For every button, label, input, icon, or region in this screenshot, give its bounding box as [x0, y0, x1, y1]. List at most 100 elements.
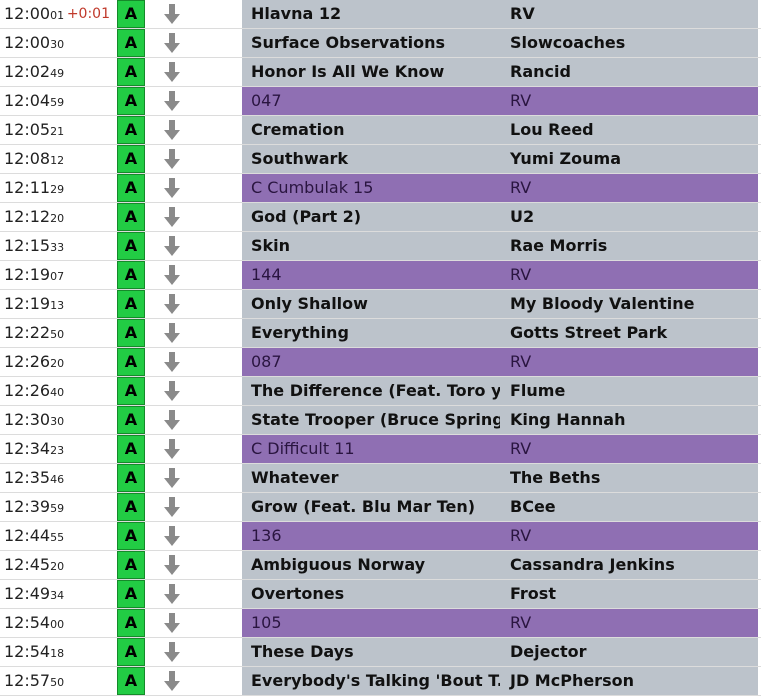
row-status-badge[interactable]: A [117, 29, 145, 57]
row-status-badge[interactable]: A [117, 290, 145, 318]
row-status-badge[interactable]: A [117, 319, 145, 347]
row-artist[interactable]: Yumi Zouma [500, 145, 758, 173]
row-arrow-cell[interactable] [145, 174, 242, 202]
row-artist[interactable]: BCee [500, 493, 758, 521]
log-row-song[interactable]: 12:0030 A Surface Observations Slowcoach… [0, 29, 761, 58]
row-title[interactable]: Hlavna 12 [242, 0, 500, 28]
log-row-song[interactable]: 12:4934 A Overtones Frost [0, 580, 761, 609]
row-title[interactable]: Honor Is All We Know [242, 58, 500, 86]
log-row-song[interactable]: 12:2250 A Everything Gotts Street Park [0, 319, 761, 348]
row-arrow-cell[interactable] [145, 609, 242, 637]
log-row-ad[interactable]: 12:1129 A C Cumbulak 15 RV [0, 174, 761, 203]
row-title[interactable]: Only Shallow [242, 290, 500, 318]
row-status-badge[interactable]: A [117, 580, 145, 608]
row-arrow-cell[interactable] [145, 290, 242, 318]
row-arrow-cell[interactable] [145, 29, 242, 57]
log-row-song[interactable]: 12:5750 A Everybody's Talking 'Bout T...… [0, 667, 761, 696]
log-row-ad[interactable]: 12:0459 A 047 RV [0, 87, 761, 116]
row-title[interactable]: C Difficult 11 [242, 435, 500, 463]
log-row-song[interactable]: 12:2640 A The Difference (Feat. Toro y .… [0, 377, 761, 406]
row-title[interactable]: Whatever [242, 464, 500, 492]
row-arrow-cell[interactable] [145, 464, 242, 492]
row-title[interactable]: Grow (Feat. Blu Mar Ten) [242, 493, 500, 521]
row-status-badge[interactable]: A [117, 116, 145, 144]
log-row-song[interactable]: 12:0249 A Honor Is All We Know Rancid [0, 58, 761, 87]
row-title[interactable]: C Cumbulak 15 [242, 174, 500, 202]
row-artist[interactable]: RV [500, 174, 758, 202]
log-row-ad[interactable]: 12:3423 A C Difficult 11 RV [0, 435, 761, 464]
row-status-badge[interactable]: A [117, 435, 145, 463]
row-artist[interactable]: RV [500, 609, 758, 637]
row-arrow-cell[interactable] [145, 261, 242, 289]
row-status-badge[interactable]: A [117, 609, 145, 637]
row-artist[interactable]: Rae Morris [500, 232, 758, 260]
row-title[interactable]: These Days [242, 638, 500, 666]
row-status-badge[interactable]: A [117, 87, 145, 115]
row-arrow-cell[interactable] [145, 58, 242, 86]
row-artist[interactable]: The Beths [500, 464, 758, 492]
row-title[interactable]: 105 [242, 609, 500, 637]
row-title[interactable]: 087 [242, 348, 500, 376]
row-status-badge[interactable]: A [117, 232, 145, 260]
row-arrow-cell[interactable] [145, 406, 242, 434]
log-row-ad[interactable]: 12:1907 A 144 RV [0, 261, 761, 290]
row-arrow-cell[interactable] [145, 87, 242, 115]
log-row-song[interactable]: 12:0001 +0:01 A Hlavna 12 RV [0, 0, 761, 29]
log-row-song[interactable]: 12:3546 A Whatever The Beths [0, 464, 761, 493]
row-artist[interactable]: RV [500, 522, 758, 550]
log-row-song[interactable]: 12:0521 A Cremation Lou Reed [0, 116, 761, 145]
row-artist[interactable]: RV [500, 261, 758, 289]
row-status-badge[interactable]: A [117, 174, 145, 202]
row-artist[interactable]: Lou Reed [500, 116, 758, 144]
row-arrow-cell[interactable] [145, 0, 242, 28]
row-arrow-cell[interactable] [145, 580, 242, 608]
row-title[interactable]: 144 [242, 261, 500, 289]
row-arrow-cell[interactable] [145, 348, 242, 376]
row-arrow-cell[interactable] [145, 116, 242, 144]
row-artist[interactable]: King Hannah [500, 406, 758, 434]
row-artist[interactable]: Rancid [500, 58, 758, 86]
log-row-song[interactable]: 12:1913 A Only Shallow My Bloody Valenti… [0, 290, 761, 319]
row-status-badge[interactable]: A [117, 58, 145, 86]
row-arrow-cell[interactable] [145, 203, 242, 231]
row-arrow-cell[interactable] [145, 551, 242, 579]
row-artist[interactable]: Flume [500, 377, 758, 405]
log-row-song[interactable]: 12:3030 A State Trooper (Bruce Spring...… [0, 406, 761, 435]
log-row-song[interactable]: 12:0812 A Southwark Yumi Zouma [0, 145, 761, 174]
log-row-ad[interactable]: 12:5400 A 105 RV [0, 609, 761, 638]
row-title[interactable]: 136 [242, 522, 500, 550]
log-row-song[interactable]: 12:1533 A Skin Rae Morris [0, 232, 761, 261]
row-artist[interactable]: Slowcoaches [500, 29, 758, 57]
row-status-badge[interactable]: A [117, 145, 145, 173]
row-status-badge[interactable]: A [117, 203, 145, 231]
row-title[interactable]: Skin [242, 232, 500, 260]
row-status-badge[interactable]: A [117, 667, 145, 695]
row-status-badge[interactable]: A [117, 464, 145, 492]
row-status-badge[interactable]: A [117, 348, 145, 376]
row-status-badge[interactable]: A [117, 261, 145, 289]
row-artist[interactable]: U2 [500, 203, 758, 231]
row-arrow-cell[interactable] [145, 667, 242, 695]
row-arrow-cell[interactable] [145, 638, 242, 666]
row-title[interactable]: Everybody's Talking 'Bout T... [242, 667, 500, 695]
row-status-badge[interactable]: A [117, 0, 145, 28]
row-title[interactable]: State Trooper (Bruce Spring... [242, 406, 500, 434]
row-title[interactable]: God (Part 2) [242, 203, 500, 231]
row-arrow-cell[interactable] [145, 319, 242, 347]
log-row-song[interactable]: 12:3959 A Grow (Feat. Blu Mar Ten) BCee [0, 493, 761, 522]
row-arrow-cell[interactable] [145, 493, 242, 521]
row-artist[interactable]: Dejector [500, 638, 758, 666]
log-row-song[interactable]: 12:5418 A These Days Dejector [0, 638, 761, 667]
row-status-badge[interactable]: A [117, 638, 145, 666]
row-arrow-cell[interactable] [145, 435, 242, 463]
row-artist[interactable]: RV [500, 87, 758, 115]
row-title[interactable]: Southwark [242, 145, 500, 173]
row-artist[interactable]: My Bloody Valentine [500, 290, 758, 318]
row-title[interactable]: 047 [242, 87, 500, 115]
row-title[interactable]: Ambiguous Norway [242, 551, 500, 579]
log-row-song[interactable]: 12:4520 A Ambiguous Norway Cassandra Jen… [0, 551, 761, 580]
row-status-badge[interactable]: A [117, 551, 145, 579]
row-arrow-cell[interactable] [145, 522, 242, 550]
row-title[interactable]: Everything [242, 319, 500, 347]
row-status-badge[interactable]: A [117, 406, 145, 434]
